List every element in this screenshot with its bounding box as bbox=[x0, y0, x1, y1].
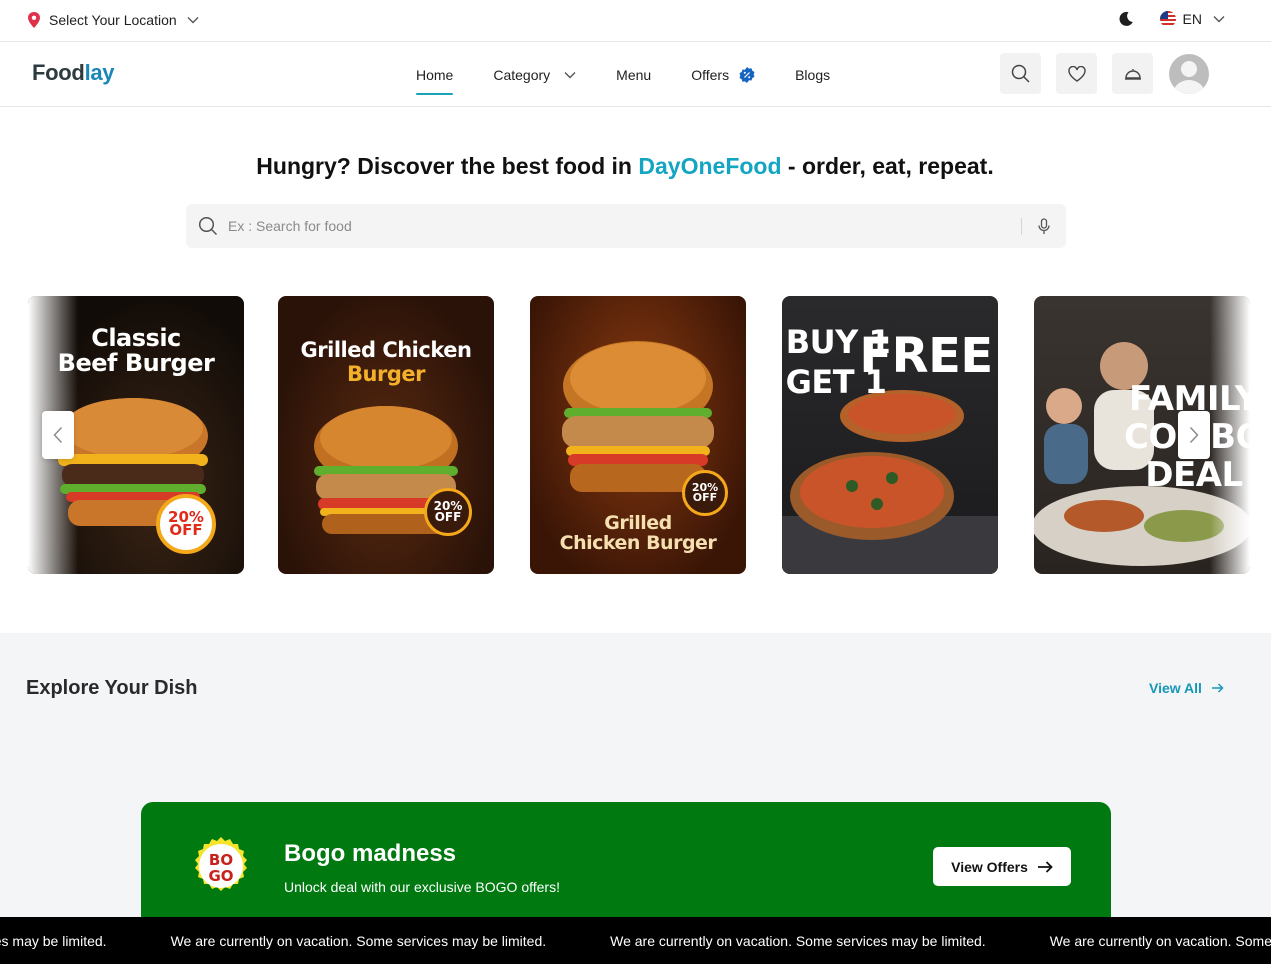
bogo-logo: BO GO bbox=[195, 837, 247, 891]
moon-icon[interactable] bbox=[1118, 11, 1134, 27]
cloche-icon bbox=[1124, 68, 1141, 80]
heart-icon bbox=[1067, 65, 1086, 82]
nav-category[interactable]: Category bbox=[493, 42, 576, 107]
burger-image bbox=[314, 406, 458, 534]
language-label: EN bbox=[1182, 11, 1202, 27]
ticker-message: We are currently on vacation. Some servi… bbox=[0, 933, 107, 949]
banner-grilled-chicken-burger-2[interactable]: 20% OFF Grilled Chicken Burger bbox=[530, 296, 746, 574]
ticker-message: We are currently on vacation. Some servi… bbox=[610, 933, 986, 949]
search-icon bbox=[198, 216, 218, 236]
chevron-left-icon bbox=[53, 427, 63, 443]
top-bar: Select Your Location EN bbox=[0, 0, 1271, 42]
carousel-prev-button[interactable] bbox=[42, 411, 74, 459]
cart-button[interactable] bbox=[1112, 53, 1153, 94]
bogo-promo-banner: BO GO Bogo madness Unlock deal with our … bbox=[141, 802, 1111, 932]
location-selector[interactable]: Select Your Location bbox=[27, 12, 199, 28]
ticker-message: We are currently on vacation. Some servi… bbox=[170, 933, 547, 949]
location-label: Select Your Location bbox=[49, 12, 177, 28]
arrow-right-icon bbox=[1037, 860, 1053, 873]
view-all-link[interactable]: View All bbox=[1149, 680, 1224, 696]
discount-badge: 20% OFF bbox=[682, 470, 728, 516]
mic-icon[interactable] bbox=[1037, 218, 1051, 235]
ticker-message: We are currently on vacation. Some servi… bbox=[1049, 933, 1271, 949]
main-header: Foodlay Home Category Menu Offers Blogs bbox=[0, 42, 1271, 107]
us-flag-icon bbox=[1159, 11, 1176, 27]
user-silhouette-icon bbox=[1173, 60, 1205, 94]
bogo-subtitle: Unlock deal with our exclusive BOGO offe… bbox=[284, 879, 560, 895]
chevron-down-icon bbox=[1213, 16, 1225, 23]
chevron-down-icon bbox=[187, 17, 199, 24]
search-icon bbox=[1011, 64, 1030, 83]
food-search-bar bbox=[186, 204, 1066, 248]
chevron-right-icon bbox=[1189, 427, 1199, 443]
brand-highlight: DayOneFood bbox=[638, 153, 782, 179]
search-divider bbox=[1021, 218, 1022, 235]
arrow-right-icon bbox=[1211, 683, 1224, 693]
logo[interactable]: Foodlay bbox=[32, 60, 115, 86]
promo-carousel: Classic Beef Burger 20% OFF Grilled Chick… bbox=[28, 296, 1250, 574]
discount-badge-icon bbox=[739, 66, 755, 83]
wishlist-button[interactable] bbox=[1056, 53, 1097, 94]
location-pin-icon bbox=[28, 12, 40, 28]
nav-blogs[interactable]: Blogs bbox=[795, 42, 830, 107]
search-input[interactable] bbox=[228, 204, 988, 248]
banner-grilled-chicken-burger[interactable]: Grilled Chicken Burger 20% OFF bbox=[278, 296, 494, 574]
nav-menu[interactable]: Menu bbox=[616, 42, 651, 107]
hero-title: Hungry? Discover the best food in DayOne… bbox=[256, 153, 994, 179]
carousel-next-button[interactable] bbox=[1178, 411, 1210, 459]
discount-badge: 20% OFF bbox=[424, 488, 472, 536]
avatar[interactable] bbox=[1169, 53, 1209, 94]
announcement-ticker: We are currently on vacation. Some servi… bbox=[0, 917, 1271, 964]
nav-home[interactable]: Home bbox=[416, 42, 454, 107]
language-selector[interactable]: EN bbox=[1159, 11, 1225, 27]
section-title: Explore Your Dish bbox=[26, 677, 198, 699]
explore-section: Explore Your Dish View All BO GO Bogo ma… bbox=[0, 633, 1271, 964]
discount-badge: 20% OFF bbox=[156, 494, 216, 554]
main-nav: Home Category Menu Offers Blogs bbox=[416, 42, 830, 107]
svg-text:GO: GO bbox=[208, 867, 233, 885]
nav-offers[interactable]: Offers bbox=[691, 42, 755, 107]
banner-buy1-get1-free[interactable]: BUY 1 GET 1 FREE bbox=[782, 296, 998, 574]
banner-family-combo-deal[interactable]: FAMILY COMBO DEAL bbox=[1034, 296, 1250, 574]
search-button[interactable] bbox=[1000, 53, 1041, 94]
bogo-title: Bogo madness bbox=[284, 840, 457, 867]
chevron-down-icon bbox=[564, 71, 576, 78]
view-offers-button[interactable]: View Offers bbox=[933, 847, 1071, 886]
